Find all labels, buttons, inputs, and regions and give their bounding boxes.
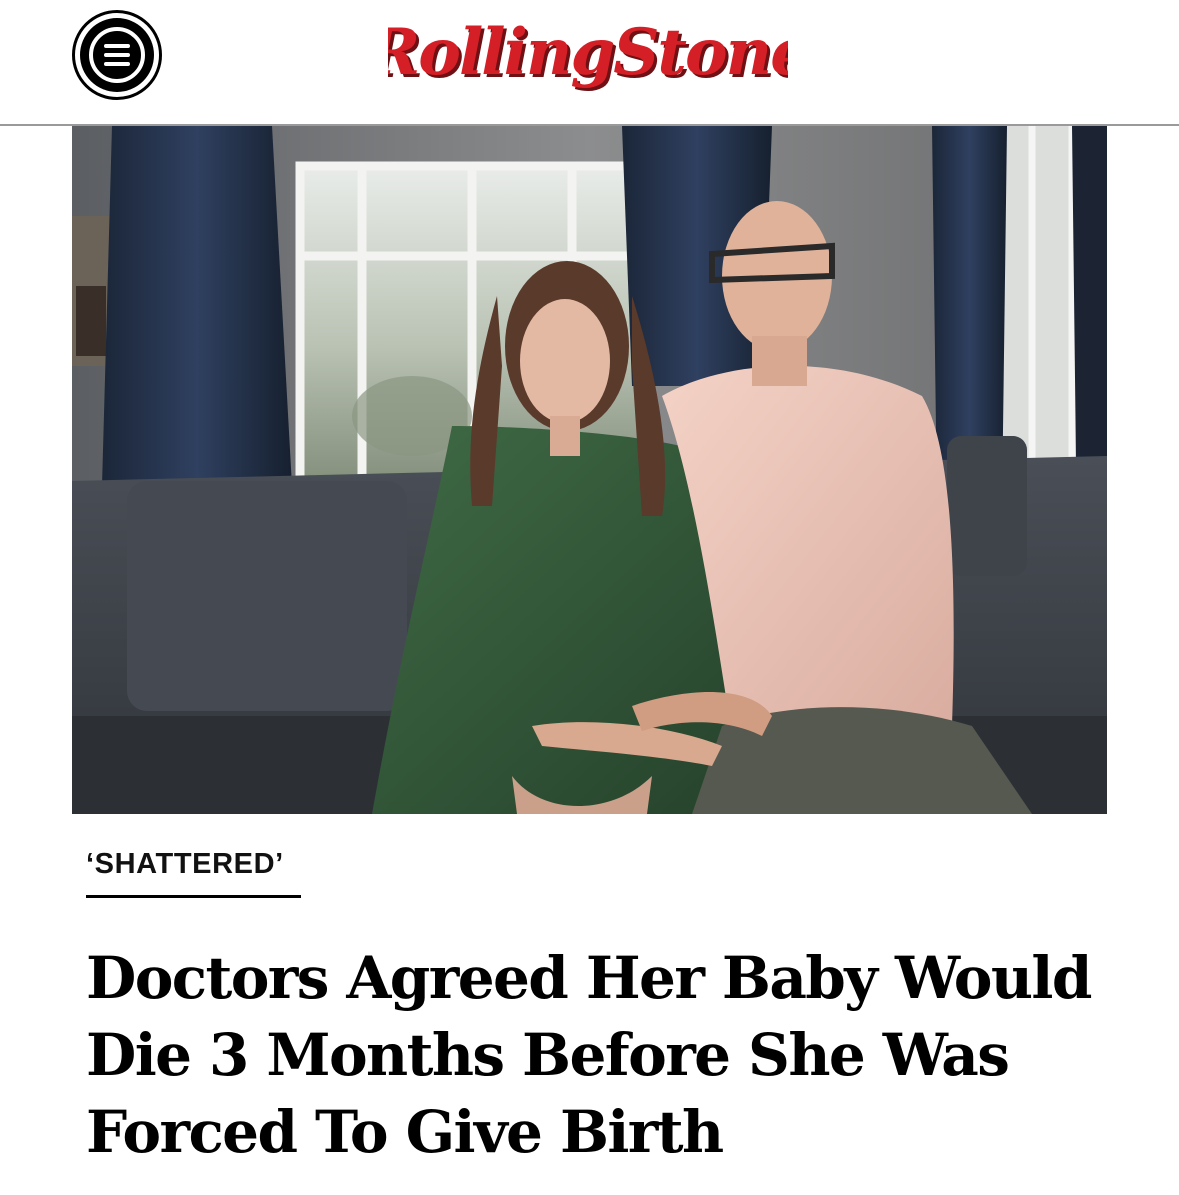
article-headline[interactable]: Doctors Agreed Her Baby Would Die 3 Mont…	[86, 940, 1126, 1171]
rolling-stone-logo[interactable]: RollingStone RollingStone	[365, 4, 814, 100]
hero-photo	[72, 126, 1107, 814]
site-header: RollingStone RollingStone	[0, 0, 1179, 126]
menu-button[interactable]	[72, 10, 162, 100]
hero-image[interactable]	[72, 126, 1107, 814]
hamburger-menu-icon	[80, 18, 154, 92]
svg-text:RollingStone: RollingStone	[388, 15, 788, 90]
article-kicker[interactable]: ‘SHATTERED’	[86, 848, 301, 898]
